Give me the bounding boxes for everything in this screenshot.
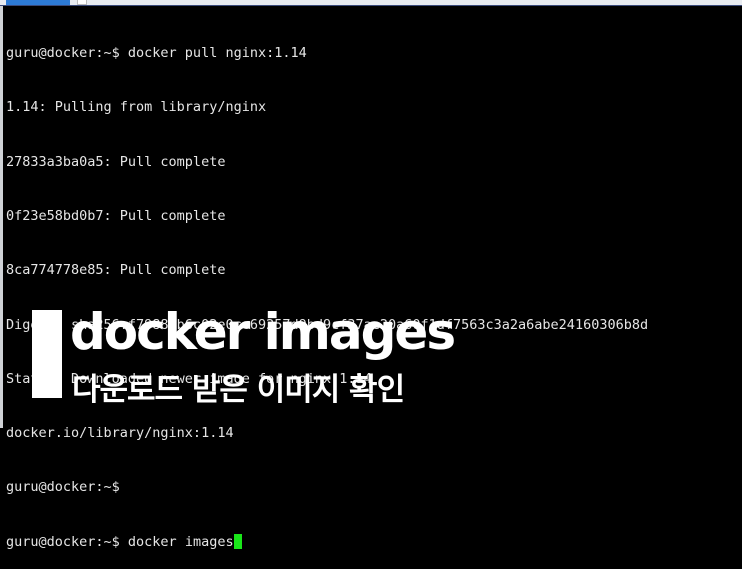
terminal-line: 1.14: Pulling from library/nginx <box>6 99 267 116</box>
terminal-line: guru@docker:~$ <box>6 479 120 496</box>
terminal-tab[interactable] <box>6 0 70 5</box>
terminal-output[interactable]: guru@docker:~$ docker pull nginx:1.14 1.… <box>6 8 742 569</box>
terminal-line: docker.io/library/nginx:1.14 <box>6 425 234 442</box>
caption-title: docker images <box>70 303 456 361</box>
caption-accent-bar <box>32 310 62 398</box>
tab-strip <box>0 0 742 6</box>
cursor <box>233 533 242 549</box>
terminal-line: 8ca774778e85: Pull complete <box>6 262 226 279</box>
caption-subtitle: 다운로드 받은 이미지 확인 <box>72 372 405 408</box>
new-tab-button[interactable] <box>77 0 87 5</box>
terminal-line: 27833a3ba0a5: Pull complete <box>6 153 226 170</box>
command-input[interactable]: docker images <box>128 534 234 550</box>
terminal-line: guru@docker:~$ docker pull nginx:1.14 <box>6 45 307 62</box>
prompt: guru@docker:~$ <box>6 533 128 550</box>
terminal-input-line[interactable]: guru@docker:~$ docker images <box>6 533 742 551</box>
window-border <box>0 6 3 428</box>
terminal-line: 0f23e58bd0b7: Pull complete <box>6 208 226 225</box>
